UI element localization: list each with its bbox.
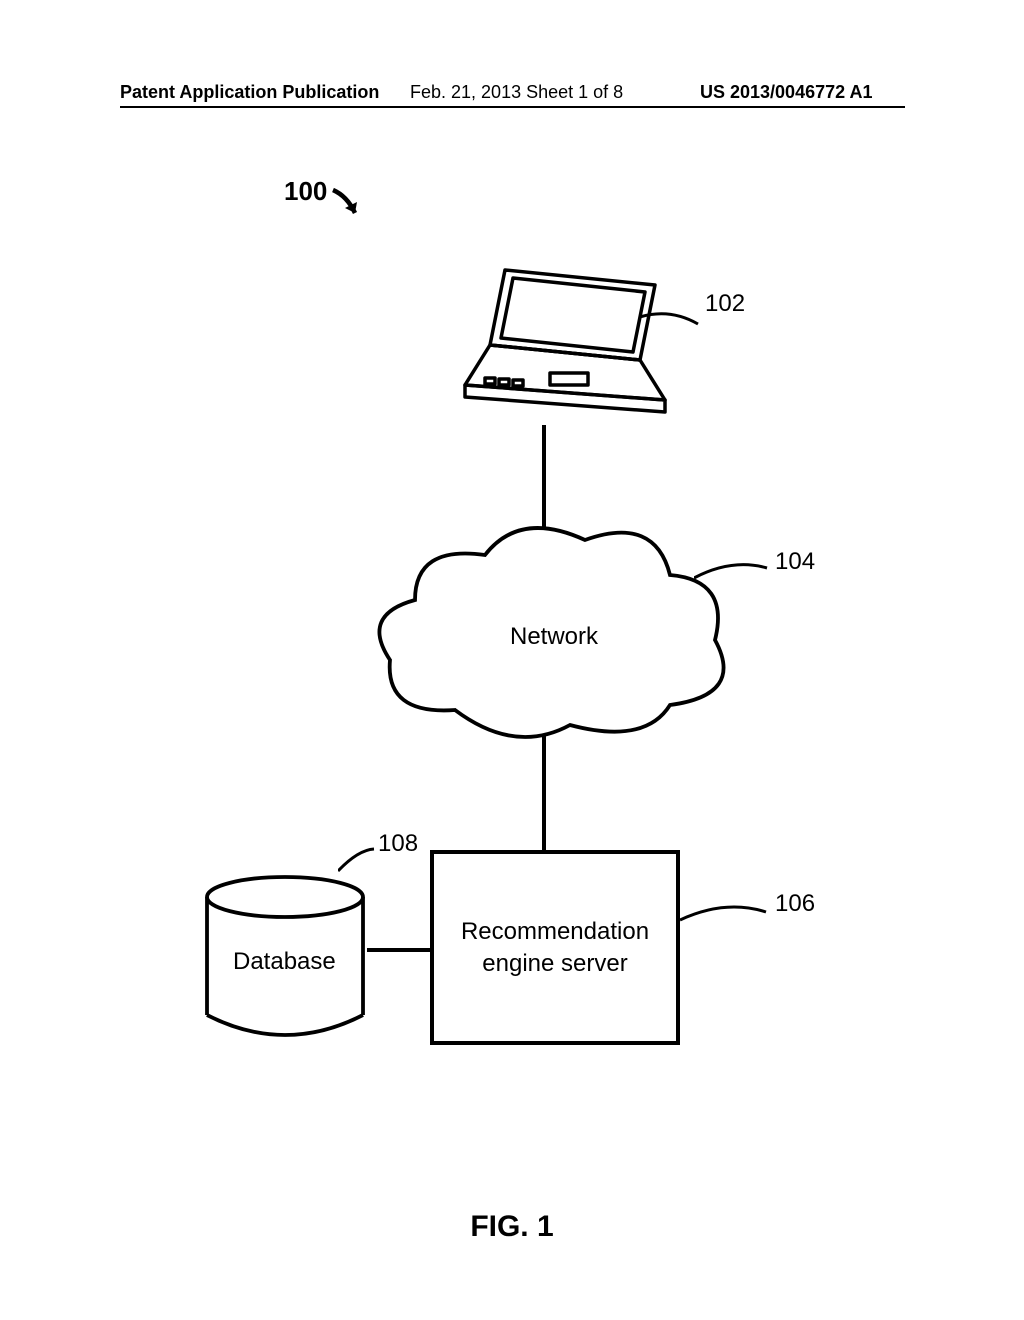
server-box: Recommendation engine server bbox=[430, 850, 680, 1045]
network-cloud-label: Network bbox=[510, 623, 598, 651]
header-divider bbox=[120, 106, 905, 108]
ref-number-104: 104 bbox=[775, 548, 815, 576]
ref-number-106: 106 bbox=[775, 890, 815, 918]
patent-page: Patent Application Publication Feb. 21, … bbox=[0, 0, 1024, 1320]
figure-caption: FIG. 1 bbox=[0, 1210, 1024, 1244]
arrow-icon bbox=[305, 168, 375, 228]
header-publication-type: Patent Application Publication bbox=[120, 82, 379, 103]
leader-line-104 bbox=[694, 560, 769, 590]
leader-line-108 bbox=[338, 845, 376, 875]
header-pub-number: US 2013/0046772 A1 bbox=[700, 82, 872, 103]
header-date-sheet: Feb. 21, 2013 Sheet 1 of 8 bbox=[410, 82, 623, 103]
leader-line-106 bbox=[680, 902, 768, 932]
connector-network-server bbox=[542, 735, 546, 853]
ref-number-108: 108 bbox=[378, 830, 418, 858]
connector-laptop-network bbox=[542, 425, 546, 527]
server-label-line2: engine server bbox=[482, 950, 627, 977]
figure-1: 100 102 bbox=[0, 150, 1024, 1150]
leader-line-102 bbox=[640, 312, 700, 342]
connector-database-server bbox=[367, 948, 430, 952]
server-label-line1: Recommendation bbox=[461, 918, 649, 945]
laptop-icon bbox=[445, 260, 675, 430]
ref-number-102: 102 bbox=[705, 290, 745, 318]
database-label: Database bbox=[233, 948, 336, 976]
